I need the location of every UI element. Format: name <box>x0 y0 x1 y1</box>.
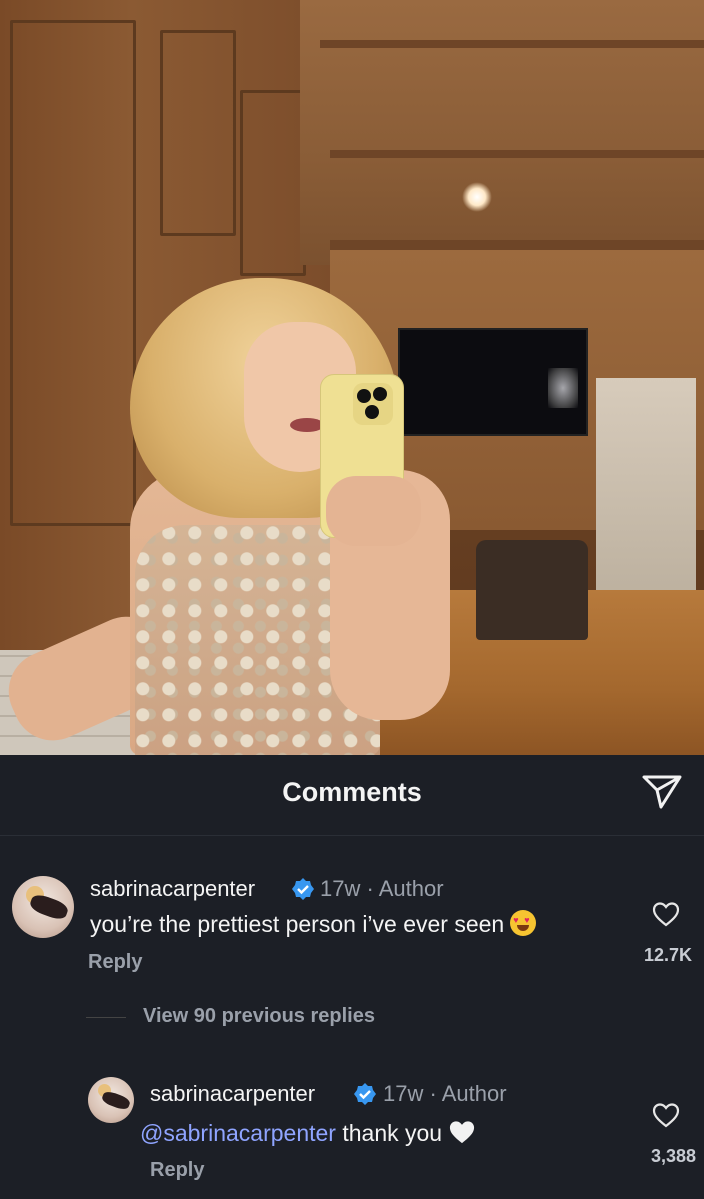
divider-line <box>86 1017 126 1018</box>
reply-username[interactable]: sabrinacarpenter <box>150 1081 315 1107</box>
view-previous-replies[interactable]: View 90 previous replies <box>143 1005 375 1028</box>
send-icon[interactable] <box>640 773 684 811</box>
comment-username[interactable]: sabrinacarpenter <box>90 876 255 902</box>
person <box>0 0 704 755</box>
avatar[interactable] <box>88 1077 134 1123</box>
reply-time: 17w <box>383 1081 424 1106</box>
comments-sheet: Comments sabrinacarpenter 17w · Author y… <box>0 755 704 1199</box>
white-heart-emoji-icon <box>450 1121 475 1144</box>
reply-meta: 17w · Author <box>383 1081 507 1106</box>
like-count: 12.7K <box>643 945 692 965</box>
comment-time: 17w <box>320 876 361 901</box>
reply-button[interactable]: Reply <box>88 951 142 974</box>
divider <box>0 835 704 836</box>
mention-link[interactable]: @sabrinacarpenter <box>140 1120 336 1146</box>
heart-icon[interactable] <box>651 900 681 928</box>
verified-badge-icon <box>354 1083 376 1105</box>
heart-eyes-emoji-icon: ♥ ♥ <box>510 910 537 936</box>
comment-meta: 17w · Author <box>320 876 444 901</box>
reply-text: @sabrinacarpenter thank you <box>140 1119 476 1147</box>
sheet-title: Comments <box>282 777 422 807</box>
verified-badge-icon <box>292 878 314 900</box>
reply-role: Author <box>441 1081 507 1106</box>
heart-icon[interactable] <box>651 1101 681 1129</box>
comment-text: you’re the prettiest person i’ve ever se… <box>90 910 537 938</box>
avatar[interactable] <box>12 876 74 938</box>
comment-role: Author <box>378 876 444 901</box>
post-photo <box>0 0 704 755</box>
reply-button[interactable]: Reply <box>150 1159 204 1182</box>
like-count: 3,388 <box>650 1146 696 1166</box>
